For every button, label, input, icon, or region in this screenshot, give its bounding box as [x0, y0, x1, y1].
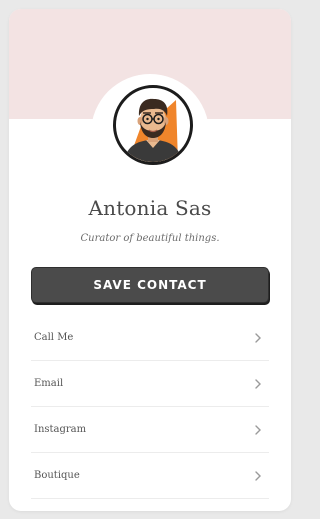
avatar [113, 85, 193, 165]
chevron-right-icon [255, 470, 261, 481]
link-label: Email [34, 378, 64, 389]
link-row-boutique[interactable]: Boutique [31, 453, 269, 499]
chevron-right-icon [255, 332, 261, 343]
chevron-right-icon [255, 378, 261, 389]
link-row-instagram[interactable]: Instagram [31, 407, 269, 453]
chevron-right-icon [255, 424, 261, 435]
link-label: Boutique [34, 470, 80, 481]
save-contact-button[interactable]: SAVE CONTACT [31, 267, 269, 303]
link-list: Call Me Email Instagram Boutique [31, 315, 269, 499]
link-label: Instagram [34, 424, 87, 435]
profile-name: Antonia Sas [88, 196, 212, 220]
avatar-illustration-icon [124, 98, 182, 162]
link-label: Call Me [34, 332, 74, 343]
link-row-call-me[interactable]: Call Me [31, 315, 269, 361]
profile-tagline: Curator of beautiful things. [80, 233, 220, 244]
contact-card: Antonia Sas Curator of beautiful things.… [9, 9, 291, 511]
link-row-email[interactable]: Email [31, 361, 269, 407]
